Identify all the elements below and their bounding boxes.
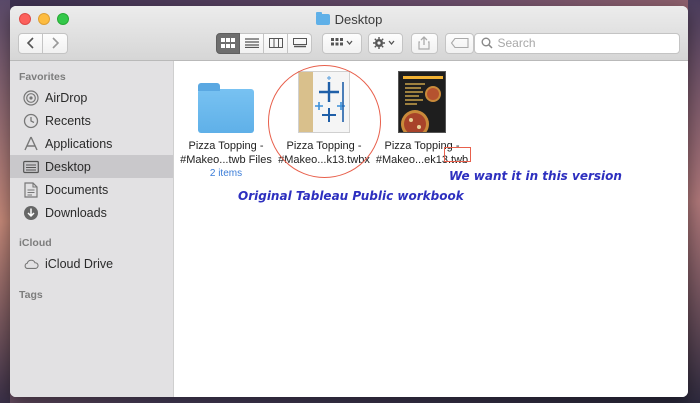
group-button[interactable]	[322, 32, 362, 54]
desktop-wallpaper	[0, 0, 10, 403]
tags-button[interactable]	[444, 32, 475, 54]
cloud-icon	[23, 256, 39, 272]
desktop-wallpaper-right	[688, 0, 700, 403]
list-icon	[244, 38, 259, 48]
annotation-original: Original Tableau Public workbook	[238, 189, 464, 203]
search-field[interactable]	[474, 32, 680, 54]
forward-button[interactable]	[43, 32, 68, 54]
sidebar-section-favorites: Favorites	[19, 71, 66, 83]
gear-icon	[373, 37, 395, 49]
file-browser-area: Pizza Topping - #Makeo...twb Files 2 ite…	[174, 61, 688, 397]
share-icon	[418, 36, 431, 50]
gallery-view-button[interactable]	[288, 32, 312, 54]
file-item-count: 2 items	[209, 168, 243, 179]
sidebar-item-label: AirDrop	[45, 90, 88, 105]
document-icon	[23, 181, 39, 198]
sidebar-item-label: Desktop	[45, 159, 91, 174]
sidebar-item-label: iCloud Drive	[45, 256, 114, 271]
search-icon	[481, 37, 493, 49]
grid-icon	[221, 38, 235, 48]
window-title: Desktop	[10, 12, 688, 27]
back-button[interactable]	[18, 32, 43, 54]
column-view-button[interactable]	[264, 32, 288, 54]
annotation-want: We want it in this version	[449, 169, 622, 183]
sidebar-section-icloud: iCloud	[19, 237, 52, 249]
navigation-buttons	[18, 32, 68, 54]
icon-view-button[interactable]	[216, 32, 240, 54]
window-title-text: Desktop	[334, 12, 383, 27]
finder-window: Desktop Search Favorites AirDrop Recents…	[10, 6, 688, 397]
file-name-line1: Pizza Topping -	[188, 140, 264, 152]
sidebar-item-applications[interactable]: Applications	[10, 132, 173, 155]
sidebar-item-airdrop[interactable]: AirDrop	[10, 86, 173, 109]
pizza-document-icon	[398, 71, 446, 133]
sidebar-section-tags: Tags	[19, 289, 43, 301]
sidebar-item-label: Downloads	[45, 205, 107, 220]
sidebar-item-recents[interactable]: Recents	[10, 109, 173, 132]
chevron-left-icon	[26, 37, 34, 49]
sidebar-item-icloud-drive[interactable]: iCloud Drive	[10, 252, 173, 275]
tag-icon	[450, 38, 469, 48]
sidebar-item-label: Documents	[45, 182, 109, 197]
title-bar: Desktop	[10, 6, 688, 61]
applications-icon	[23, 136, 39, 152]
chevron-right-icon	[52, 37, 60, 49]
folder-icon	[315, 12, 330, 25]
airdrop-icon	[23, 89, 39, 106]
sidebar: Favorites AirDrop Recents Applications D…	[10, 61, 174, 397]
desktop-icon	[23, 159, 39, 175]
sidebar-item-label: Applications	[45, 136, 113, 151]
columns-icon	[268, 38, 283, 48]
list-view-button[interactable]	[240, 32, 264, 54]
share-button[interactable]	[411, 32, 438, 54]
gallery-icon	[292, 38, 307, 48]
sidebar-item-label: Recents	[45, 113, 91, 128]
group-grid-icon	[330, 38, 353, 46]
file-item-folder[interactable]: Pizza Topping - #Makeo...twb Files 2 ite…	[176, 69, 276, 181]
clock-icon	[23, 113, 39, 129]
annotation-circle	[268, 65, 381, 178]
file-name-line2: #Makeo...twb Files	[180, 154, 272, 166]
view-mode-buttons	[216, 32, 312, 54]
sidebar-item-desktop[interactable]: Desktop	[10, 155, 173, 178]
annotation-box	[444, 147, 471, 162]
toolbar	[18, 32, 680, 54]
search-input[interactable]	[497, 36, 668, 50]
sidebar-item-documents[interactable]: Documents	[10, 178, 173, 201]
sidebar-item-downloads[interactable]: Downloads	[10, 201, 173, 224]
action-button[interactable]	[367, 32, 404, 54]
folder-icon	[198, 83, 254, 133]
download-icon	[23, 205, 39, 221]
